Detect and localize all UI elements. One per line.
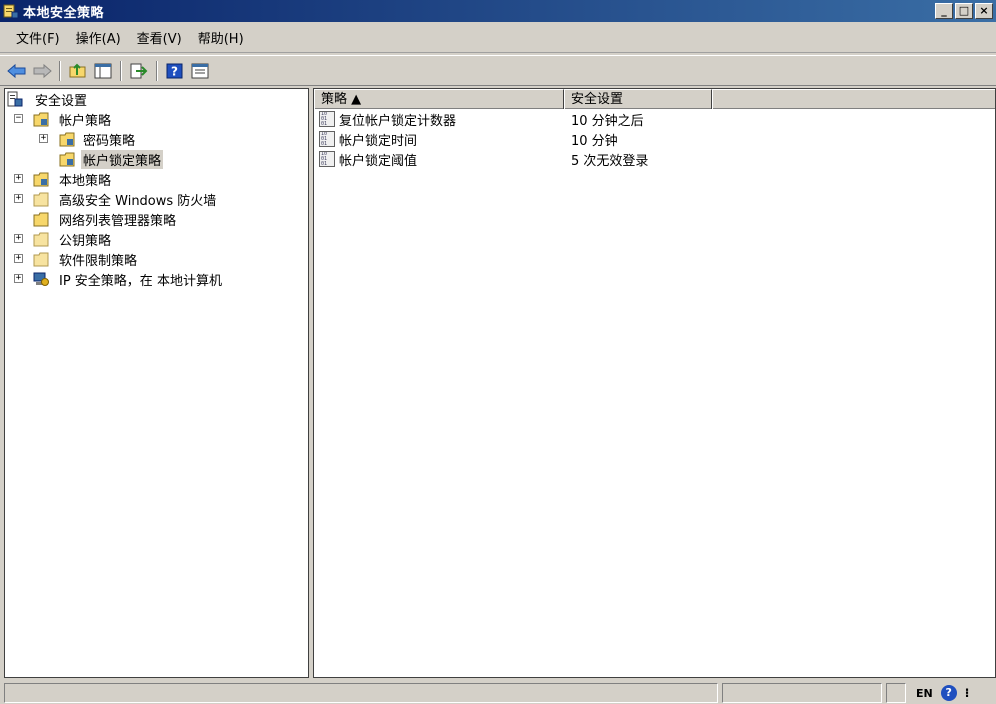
expand-icon[interactable]: + [14, 254, 23, 263]
list-header: 策略 ▲ 安全设置 [314, 89, 995, 109]
language-indicator[interactable]: EN [916, 687, 933, 700]
tree-item-local-policies[interactable]: + 本地策略 [5, 169, 308, 189]
column-header-security-setting[interactable]: 安全设置 [564, 89, 712, 109]
tree-label[interactable]: 公钥策略 [57, 230, 113, 249]
folder-icon [33, 211, 49, 227]
folder-icon [33, 251, 49, 267]
tree-label[interactable]: IP 安全策略，在 本地计算机 [57, 270, 224, 289]
status-panel-small [886, 683, 906, 703]
tree-root[interactable]: 安全设置 [5, 89, 308, 109]
policy-folder-icon [59, 151, 75, 167]
policy-setting-icon: 10 0101 1010 01 [319, 151, 335, 167]
toolbar-separator [59, 60, 61, 81]
tree-item-ip-security[interactable]: + IP 安全策略，在 本地计算机 [5, 269, 308, 289]
tree-label[interactable]: 软件限制策略 [57, 250, 139, 269]
expand-icon[interactable]: + [14, 174, 23, 183]
help-icon[interactable]: ? [940, 685, 957, 701]
tree-item-software-restriction[interactable]: + 软件限制策略 [5, 249, 308, 269]
tree-label-selected[interactable]: 帐户锁定策略 [81, 149, 164, 169]
back-arrow-icon[interactable] [6, 60, 28, 82]
tree-item-firewall[interactable]: + 高级安全 Windows 防火墙 [5, 189, 308, 209]
folder-icon [33, 231, 49, 247]
menu-file[interactable]: 文件(F) [8, 26, 68, 49]
toolbar: ? [0, 55, 996, 86]
tray-grip-icon[interactable]: ⁝ [965, 686, 970, 700]
close-button[interactable]: × [975, 3, 993, 19]
toolbar-separator [120, 60, 122, 81]
tree-label[interactable]: 安全设置 [33, 90, 89, 109]
policy-value: 5 次无效登录 [571, 153, 649, 169]
tree-item-account-policies[interactable]: − 帐户策略 [5, 109, 308, 129]
menu-bar: 文件(F) 操作(A) 查看(V) 帮助(H) [0, 23, 996, 53]
policy-list-pane[interactable]: 策略 ▲ 安全设置 10 0101 1010 01 复位帐户锁定计数器 10 分… [313, 88, 996, 678]
policy-folder-icon [59, 131, 75, 147]
status-panel-main [4, 683, 718, 703]
svg-text:?: ? [171, 64, 178, 78]
system-tray: EN ? ⁝ [906, 682, 969, 704]
status-panel-secondary [722, 683, 882, 703]
tree-label[interactable]: 密码策略 [81, 130, 137, 149]
up-folder-icon[interactable] [67, 60, 89, 82]
policy-name: 帐户锁定阈值 [339, 153, 418, 169]
toolbar-separator [156, 60, 158, 81]
window-title: 本地安全策略 [23, 5, 105, 21]
tree-pane[interactable]: 安全设置 − 帐户策略 + 密码策略 帐户锁定策略 + 本地策略 + 高级安全 … [4, 88, 309, 678]
policy-name: 复位帐户锁定计数器 [339, 113, 457, 129]
menu-help[interactable]: 帮助(H) [190, 26, 252, 49]
list-row[interactable]: 10 0101 1010 01 帐户锁定阈值 5 次无效登录 [314, 149, 995, 169]
policy-value: 10 分钟 [571, 133, 618, 149]
tree-label[interactable]: 本地策略 [57, 170, 113, 189]
status-bar: EN ? ⁝ [0, 682, 996, 704]
maximize-button[interactable]: □ [955, 3, 973, 19]
list-row[interactable]: 10 0101 1010 01 帐户锁定时间 10 分钟 [314, 129, 995, 149]
column-header-empty [712, 89, 995, 109]
tree-label[interactable]: 高级安全 Windows 防火墙 [57, 190, 218, 209]
tree-label[interactable]: 帐户策略 [57, 110, 113, 129]
export-list-icon[interactable] [128, 60, 150, 82]
tree-item-public-key-policies[interactable]: + 公钥策略 [5, 229, 308, 249]
expand-icon[interactable]: + [39, 134, 48, 143]
policy-folder-icon [33, 111, 49, 127]
forward-arrow-icon[interactable] [31, 60, 53, 82]
ip-security-computer-icon [33, 271, 49, 287]
policy-setting-icon: 10 0101 1010 01 [319, 111, 335, 127]
policy-folder-icon [33, 171, 49, 187]
tree-item-password-policy[interactable]: + 密码策略 [5, 129, 308, 149]
security-policy-app-icon [3, 3, 19, 19]
show-hide-tree-icon[interactable] [92, 60, 114, 82]
tree-item-network-list-manager[interactable]: 网络列表管理器策略 [5, 209, 308, 229]
collapse-icon[interactable]: − [14, 114, 23, 123]
security-settings-icon [7, 91, 23, 107]
menu-action[interactable]: 操作(A) [68, 26, 129, 49]
folder-icon [33, 191, 49, 207]
policy-setting-icon: 10 0101 1010 01 [319, 131, 335, 147]
expand-icon[interactable]: + [14, 234, 23, 243]
policy-name: 帐户锁定时间 [339, 133, 418, 149]
expand-icon[interactable]: + [14, 194, 23, 203]
title-bar[interactable]: 本地安全策略 _ □ × [0, 0, 996, 22]
policy-value: 10 分钟之后 [571, 113, 644, 129]
menu-view[interactable]: 查看(V) [129, 26, 190, 49]
column-header-policy[interactable]: 策略 ▲ [314, 89, 564, 109]
minimize-button[interactable]: _ [935, 3, 953, 19]
help-icon[interactable]: ? [164, 60, 186, 82]
properties-icon[interactable] [189, 60, 211, 82]
expand-icon[interactable]: + [14, 274, 23, 283]
tree-item-account-lockout-policy[interactable]: 帐户锁定策略 [5, 149, 308, 169]
list-row[interactable]: 10 0101 1010 01 复位帐户锁定计数器 10 分钟之后 [314, 109, 995, 129]
tree-label[interactable]: 网络列表管理器策略 [57, 210, 178, 229]
